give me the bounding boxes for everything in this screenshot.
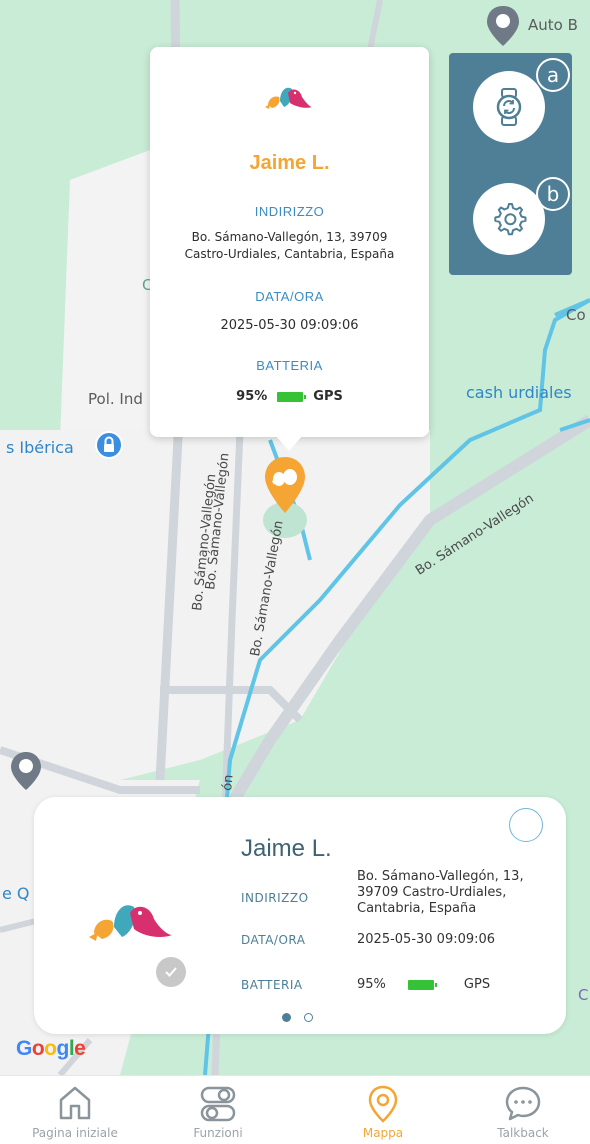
map-label-pol-ind: Pol. Ind: [88, 390, 143, 408]
nav-talkback[interactable]: Talkback: [448, 1076, 590, 1144]
map-control-panel: a b: [449, 53, 572, 275]
nav-home[interactable]: Pagina iniziale: [0, 1076, 150, 1144]
nav-talkback-label: Talkback: [497, 1126, 549, 1140]
card-battery-icon: [407, 979, 437, 990]
chat-icon: [505, 1086, 541, 1121]
place-pin-icon[interactable]: [484, 4, 522, 48]
settings-button[interactable]: [473, 183, 545, 255]
popup-battery-value: 95%: [236, 389, 268, 404]
nav-functions[interactable]: Funzioni: [143, 1076, 293, 1144]
map-label-eq: e Q: [2, 884, 30, 903]
map-label-cash-urdiales: cash urdiales: [466, 383, 572, 402]
place-pin-icon-left[interactable]: [8, 750, 44, 792]
card-address-line3: Cantabria, España: [357, 901, 477, 916]
page-dot-active[interactable]: [282, 1013, 291, 1022]
functions-icon: [200, 1086, 236, 1122]
popup-battery-label: BATTERIA: [256, 358, 323, 373]
popup-address-line2: Castro-Urdiales, Cantabria, España: [184, 247, 395, 261]
map-road-label-d: ón: [220, 773, 237, 792]
card-datetime: 2025-05-30 09:09:06: [357, 932, 496, 947]
popup-address-line1: Bo. Sámano-Vallegón, 13, 39709: [191, 230, 388, 244]
gear-icon: [494, 203, 527, 236]
popup-pointer: [275, 435, 303, 451]
popup-address-label: INDIRIZZO: [254, 204, 325, 219]
user-location-marker-icon[interactable]: [262, 455, 308, 515]
card-address-label: INDIRIZZO: [241, 891, 309, 905]
card-select-indicator[interactable]: [509, 808, 543, 842]
birds-logo-icon: [265, 87, 312, 109]
nav-functions-label: Funzioni: [193, 1126, 243, 1140]
card-address-line1: Bo. Sámano-Vallegón, 13,: [357, 869, 524, 884]
google-logo: Google: [16, 1037, 86, 1060]
card-location-source: GPS: [463, 977, 491, 992]
location-popup[interactable]: Jaime L. INDIRIZZO Bo. Sámano-Vallegón, …: [150, 47, 429, 437]
map-label-auto: Auto B: [528, 16, 578, 34]
card-battery-label: BATTERIA: [241, 978, 303, 992]
check-badge-icon: [156, 957, 186, 987]
settings-button-badge: b: [536, 177, 570, 211]
popup-datetime-label: DATA/ORA: [255, 289, 324, 304]
map-pin-icon: [368, 1085, 398, 1123]
popup-datetime: 2025-05-30 09:09:06: [220, 318, 359, 333]
card-address-line2: 39709 Castro-Urdiales,: [357, 885, 507, 900]
map-label-c-right: C: [578, 986, 589, 1004]
nav-home-label: Pagina iniziale: [32, 1126, 118, 1140]
device-info-card[interactable]: Jaime L. INDIRIZZO Bo. Sámano-Vallegón, …: [34, 797, 566, 1034]
popup-battery-row: 95% GPS: [150, 389, 429, 404]
home-icon: [59, 1086, 91, 1120]
watch-button-badge: a: [536, 58, 570, 92]
popup-location-source: GPS: [313, 389, 343, 404]
bottom-navigation: Pagina iniziale Funzioni Mappa Talkback: [0, 1075, 590, 1144]
card-battery-row: 95% GPS: [357, 977, 490, 992]
lock-poi-icon[interactable]: [94, 430, 124, 460]
nav-map[interactable]: Mappa: [308, 1076, 458, 1144]
card-datetime-label: DATA/ORA: [241, 933, 306, 947]
watch-sync-icon: [496, 88, 522, 126]
watch-sync-button[interactable]: [473, 71, 545, 143]
card-device-name: Jaime L.: [241, 835, 332, 862]
birds-logo-large-icon: [89, 905, 172, 941]
battery-icon: [277, 391, 307, 402]
card-battery-value: 95%: [357, 977, 386, 992]
nav-map-label: Mappa: [362, 1126, 404, 1140]
map-label-iberica: s Ibérica: [6, 438, 74, 457]
popup-device-name: Jaime L.: [249, 152, 330, 174]
page-dot-inactive[interactable]: [304, 1013, 313, 1022]
map-label-co: Co: [566, 306, 586, 324]
